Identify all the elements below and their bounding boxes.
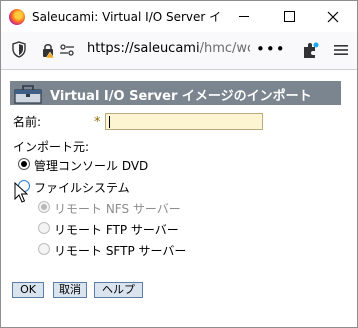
radio-ftp-label: リモート FTP サーバー xyxy=(54,223,179,237)
radio-console-dvd-label: 管理コンソール DVD xyxy=(34,159,149,173)
maximize-button[interactable] xyxy=(267,1,311,32)
radio-nfs[interactable] xyxy=(38,201,50,213)
radio-ftp[interactable] xyxy=(38,222,50,234)
help-button[interactable]: ヘルプ xyxy=(94,282,143,298)
toolbox-icon xyxy=(14,85,42,104)
text-caret xyxy=(109,116,110,128)
required-marker: * xyxy=(94,115,101,130)
lock-warning-icon[interactable] xyxy=(41,42,55,58)
radio-console-dvd[interactable] xyxy=(18,158,30,170)
minimize-button[interactable] xyxy=(222,1,266,32)
import-source-label: インポート元: xyxy=(13,140,90,154)
url-host: https://saleucami xyxy=(87,41,200,56)
cancel-button[interactable]: 取消 xyxy=(53,282,87,298)
name-label: 名前: xyxy=(13,115,42,129)
permissions-icon[interactable] xyxy=(59,43,75,57)
dialog-title: Virtual I/O Server イメージのインポート xyxy=(50,89,312,104)
radio-sftp-label: リモート SFTP サーバー xyxy=(54,244,187,258)
url-path: /hmc/wcl/ xyxy=(199,41,250,56)
title-bar: Saleucami: Virtual I/O Server イメ... xyxy=(1,1,357,32)
radio-sftp[interactable] xyxy=(38,243,50,255)
close-button[interactable] xyxy=(311,1,355,32)
firefox-icon xyxy=(9,9,25,25)
tracking-protection-shield-icon[interactable] xyxy=(12,41,26,58)
radio-file-system-label: ファイルシステム xyxy=(34,181,130,195)
close-icon xyxy=(327,11,339,22)
mouse-cursor-icon xyxy=(14,182,28,203)
ok-button[interactable]: OK xyxy=(12,282,44,298)
browser-window: Saleucami: Virtual I/O Server イメ... http… xyxy=(0,0,358,328)
page-actions-more-button[interactable]: ••• xyxy=(256,40,286,58)
window-title: Saleucami: Virtual I/O Server イメ... xyxy=(32,10,222,24)
hamburger-menu-icon[interactable] xyxy=(333,42,349,58)
dialog-content: Virtual I/O Server イメージのインポート 名前: * インポー… xyxy=(1,70,357,327)
url-bar: https://saleucami/hmc/wcl/ ••• xyxy=(1,32,357,70)
dialog-header: Virtual I/O Server イメージのインポート xyxy=(10,81,341,105)
url-field[interactable]: https://saleucami/hmc/wcl/ xyxy=(87,41,250,56)
radio-nfs-label: リモート NFS サーバー xyxy=(54,202,181,216)
name-input[interactable] xyxy=(105,113,263,130)
extensions-puzzle-icon[interactable] xyxy=(301,42,319,60)
